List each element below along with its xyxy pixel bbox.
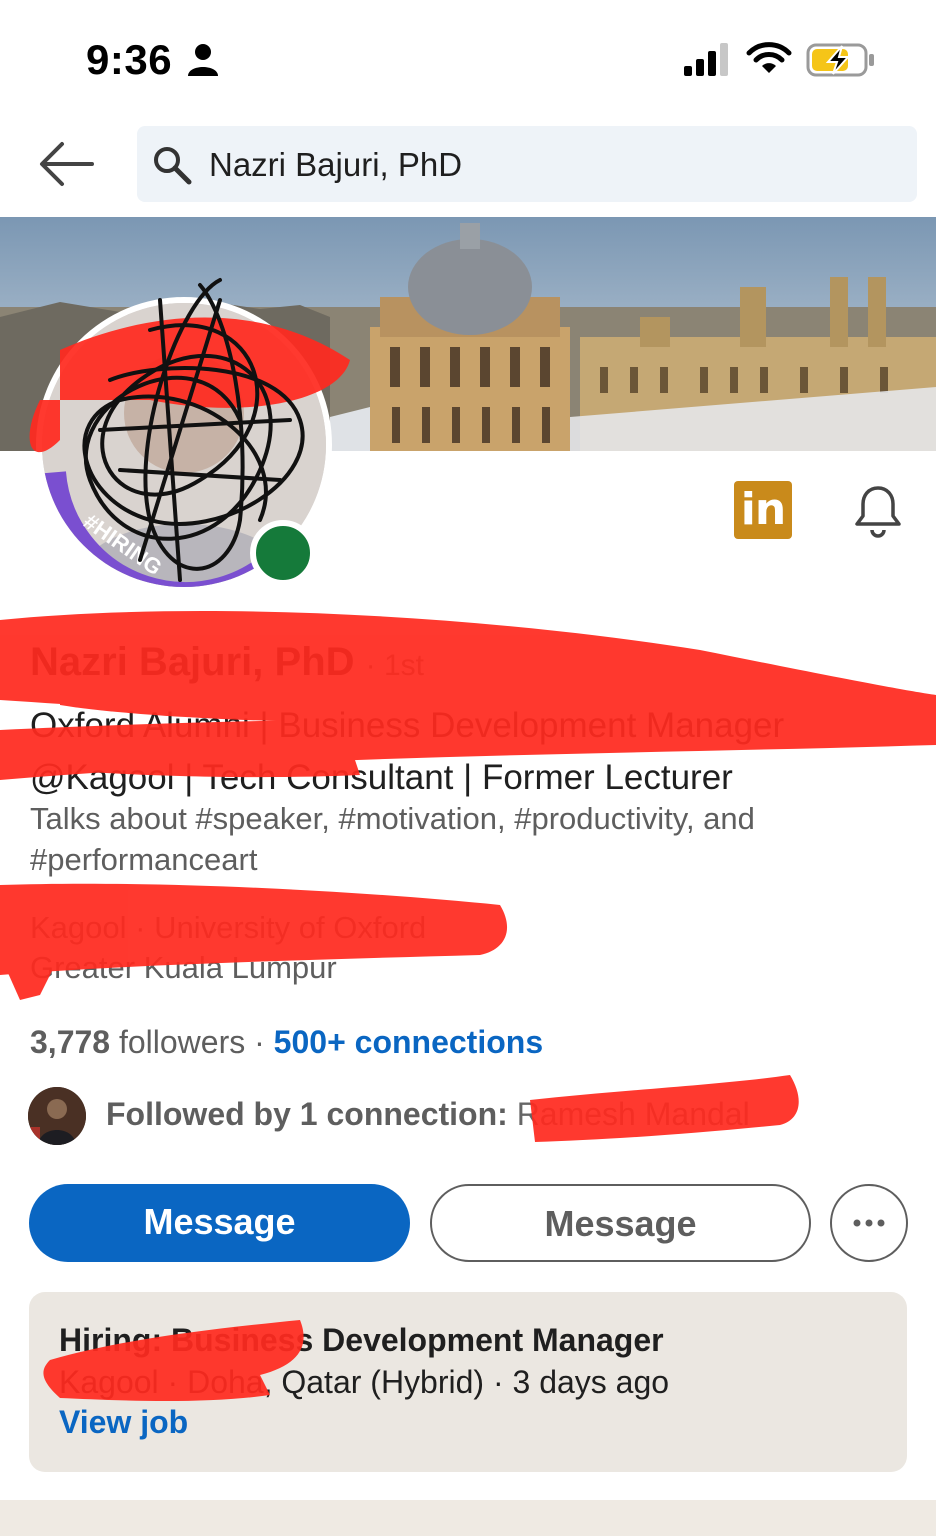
talks-about: Talks about #speaker, #motivation, #prod… [30, 801, 755, 877]
search-input[interactable]: Nazri Bajuri, PhD [137, 126, 917, 202]
wifi-icon [746, 42, 792, 73]
hiring-card[interactable]: Hiring: Business Development Manager Kag… [29, 1292, 907, 1472]
status-time: 9:36 [86, 36, 173, 83]
mutual-connection-avatar[interactable] [28, 1087, 86, 1145]
message-button-secondary[interactable]: Message [430, 1184, 811, 1262]
view-job-link[interactable]: View job [59, 1404, 188, 1441]
more-button[interactable] [830, 1184, 908, 1262]
message-button-primary[interactable]: Message [29, 1184, 410, 1262]
connection-degree: · 1st [365, 649, 424, 682]
followers-label: followers [118, 1024, 246, 1060]
mutual-connection-line[interactable]: Followed by 1 connection: Ramesh Mandal [106, 1096, 750, 1133]
profile-name: Nazri Bajuri, PhD [30, 640, 355, 684]
person-icon [188, 44, 218, 76]
signal-icon [684, 43, 728, 76]
followers-count: 3,778 [30, 1024, 111, 1060]
profile-name-line: Nazri Bajuri, PhD · 1st [30, 640, 424, 685]
search-query: Nazri Bajuri, PhD [209, 146, 463, 183]
more-icon [853, 1219, 885, 1227]
profile-headline: Oxford Alumni | Business Development Man… [30, 706, 785, 797]
back-arrow-icon[interactable] [36, 138, 96, 190]
online-status-dot [250, 520, 316, 586]
battery-charging-icon [806, 43, 874, 77]
section-divider [0, 1500, 936, 1536]
mutual-prefix: Followed by 1 connection: [106, 1096, 508, 1132]
profile-location: Greater Kuala Lumpur [30, 950, 337, 985]
linkedin-icon[interactable]: in [734, 481, 792, 539]
status-bar: 9:36 [0, 0, 936, 110]
bell-icon[interactable] [850, 482, 906, 538]
followers-line: 3,778 followers · 500+ connections [30, 1024, 543, 1061]
hiring-title: Hiring: Business Development Manager [59, 1322, 664, 1358]
search-icon [154, 147, 192, 185]
hiring-meta: Kagool · Doha, Qatar (Hybrid) · 3 days a… [59, 1364, 670, 1400]
profile-company[interactable]: Kagool · University of Oxford [30, 910, 426, 946]
separator: · [254, 1024, 265, 1060]
connections-link[interactable]: 500+ connections [274, 1024, 543, 1060]
mutual-connection-name[interactable]: Ramesh Mandal [517, 1096, 750, 1132]
